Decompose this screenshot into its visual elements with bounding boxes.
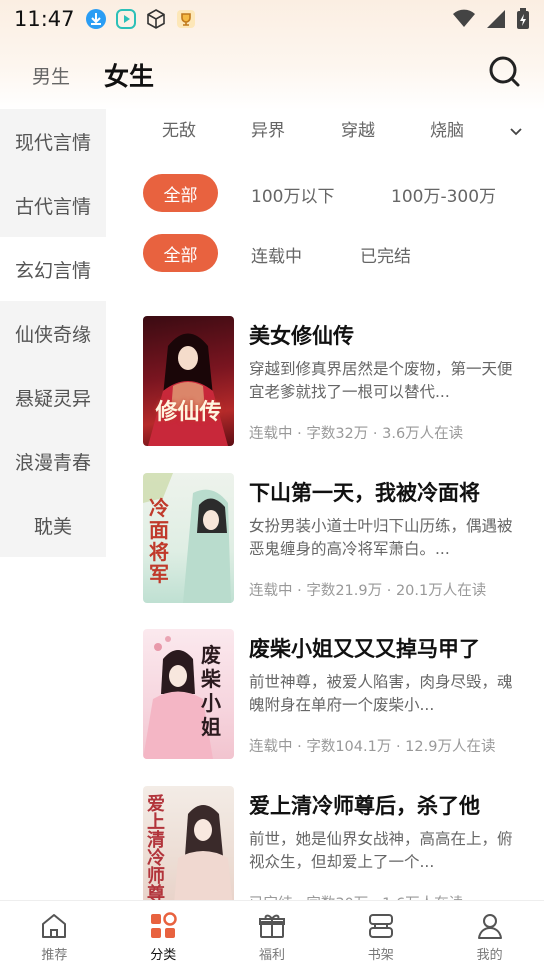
book-description: 前世神尊，被爱人陷害，肉身尽毁，魂魄附身在单府一个废柴小... bbox=[249, 673, 513, 714]
book-cover[interactable]: 爱上清冷师尊后 bbox=[143, 786, 234, 900]
sidebar-item-label: 仙侠奇缘 bbox=[14, 323, 91, 346]
home-icon bbox=[42, 914, 67, 938]
cover-title-text: 冷面将军 bbox=[149, 496, 169, 586]
sidebar-item-label: 悬疑灵异 bbox=[14, 387, 91, 410]
bookshelf-icon bbox=[368, 914, 393, 938]
nav-label: 分类 bbox=[150, 948, 177, 963]
trophy-app-icon bbox=[176, 10, 195, 28]
subcategory-row: 无敌 异界 穿越 烧脑 bbox=[106, 110, 544, 150]
nav-profile[interactable]: 我的 bbox=[435, 901, 544, 967]
nav-label: 推荐 bbox=[41, 948, 68, 963]
book-description: 穿越到修真界居然是个废物，第一天便宜老爹就找了一根可以替代... bbox=[249, 360, 513, 401]
book-description: 前世，她是仙界女战神，高高在上，俯视众生，但却爱上了一个... bbox=[249, 830, 513, 871]
sidebar-item-youth-romance[interactable]: 浪漫青春 bbox=[0, 429, 106, 493]
sidebar-item-label: 浪漫青春 bbox=[14, 451, 91, 474]
word-count-filter: 全部 100万以下 100万-300万 bbox=[143, 174, 523, 212]
book-item[interactable]: 爱上清冷师尊后 爱上清冷师尊后，杀了他 前世，她是仙界女战神，高高在上，俯视众生… bbox=[143, 786, 523, 900]
chevron-down-icon[interactable] bbox=[508, 124, 524, 140]
nav-label: 福利 bbox=[258, 948, 285, 963]
subcategory-item[interactable]: 穿越 bbox=[341, 116, 375, 141]
category-icon bbox=[151, 912, 177, 938]
book-item[interactable]: 修仙传 美女修仙传 穿越到修真界居然是个废物，第一天便宜老爹就找了一根可以替代.… bbox=[143, 316, 523, 448]
nav-label: 我的 bbox=[476, 948, 503, 963]
cover-title-text: 修仙传 bbox=[155, 399, 222, 425]
sidebar-item-label: 古代言情 bbox=[14, 195, 91, 218]
book-title[interactable]: 下山第一天，我被冷面将 bbox=[249, 477, 480, 507]
book-meta: 已完结 · 字数30万 · 1.6万人在读 bbox=[249, 892, 463, 900]
nav-recommend[interactable]: 推荐 bbox=[0, 901, 109, 967]
subcategory-item[interactable]: 烧脑 bbox=[430, 116, 464, 141]
sidebar-item-fantasy-romance[interactable]: 玄幻言情 bbox=[0, 237, 106, 301]
sidebar-item-label: 玄幻言情 bbox=[14, 259, 91, 282]
sidebar-item-ancient-romance[interactable]: 古代言情 bbox=[0, 173, 106, 237]
sidebar-item-label: 耽美 bbox=[33, 515, 72, 538]
wifi-icon bbox=[453, 9, 475, 27]
word-count-all-button[interactable]: 全部 bbox=[143, 174, 218, 212]
word-count-under-1m[interactable]: 100万以下 bbox=[251, 182, 334, 207]
cover-art bbox=[148, 333, 228, 446]
status-filter: 全部 连载中 已完结 bbox=[143, 234, 523, 272]
profile-icon bbox=[477, 914, 502, 939]
book-title[interactable]: 爱上清冷师尊后，杀了他 bbox=[249, 790, 480, 820]
bottom-nav: 推荐 分类 福利 书架 我的 bbox=[0, 900, 544, 967]
cube-icon bbox=[146, 9, 165, 29]
status-right-icons bbox=[452, 8, 530, 30]
book-meta: 连载中 · 字数32万 · 3.6万人在读 bbox=[249, 426, 464, 442]
subcategory-item[interactable]: 异界 bbox=[251, 116, 285, 141]
top-header: 男生 女生 bbox=[0, 50, 544, 100]
play-app-icon bbox=[115, 9, 136, 29]
subcategory-item[interactable]: 无敌 bbox=[162, 116, 196, 141]
book-cover[interactable]: 修仙传 bbox=[143, 316, 234, 446]
book-cover[interactable]: 废柴小姐 bbox=[143, 629, 234, 759]
tab-female[interactable]: 女生 bbox=[104, 57, 154, 93]
book-item[interactable]: 废柴小姐 废柴小姐又又又掉马甲了 前世神尊，被爱人陷害，肉身尽毁，魂魄附身在单府… bbox=[143, 629, 523, 761]
nav-benefits[interactable]: 福利 bbox=[218, 901, 327, 967]
book-title[interactable]: 美女修仙传 bbox=[249, 320, 354, 350]
nav-label: 书架 bbox=[367, 948, 394, 963]
book-item[interactable]: 冷面将军 下山第一天，我被冷面将 女扮男装小道士叶归下山历练，偶遇被恶鬼缠身的高… bbox=[143, 473, 523, 605]
book-meta: 连载中 · 字数21.9万 · 20.1万人在读 bbox=[249, 583, 487, 599]
word-count-1m-3m[interactable]: 100万-300万 bbox=[391, 182, 496, 207]
nav-category[interactable]: 分类 bbox=[109, 901, 218, 967]
signal-icon bbox=[487, 10, 505, 28]
status-bar: 11:47 bbox=[0, 0, 544, 38]
gift-icon bbox=[258, 914, 285, 938]
cover-title-text: 爱上清冷师尊后 bbox=[147, 794, 165, 901]
book-description: 女扮男装小道士叶归下山历练，偶遇被恶鬼缠身的高冷将军萧白。... bbox=[249, 517, 513, 558]
battery-charging-icon bbox=[517, 8, 529, 29]
sidebar-item-label: 现代言情 bbox=[14, 131, 91, 154]
sidebar-item-suspense[interactable]: 悬疑灵异 bbox=[0, 365, 106, 429]
sidebar-item-xianxia-romance[interactable]: 仙侠奇缘 bbox=[0, 301, 106, 365]
cover-title-text: 废柴小姐 bbox=[201, 643, 221, 739]
search-icon[interactable] bbox=[487, 54, 521, 88]
status-serializing[interactable]: 连载中 bbox=[251, 242, 302, 267]
book-meta: 连载中 · 字数104.1万 · 12.9万人在读 bbox=[249, 739, 496, 755]
status-all-button[interactable]: 全部 bbox=[143, 234, 218, 272]
book-title[interactable]: 废柴小姐又又又掉马甲了 bbox=[249, 633, 480, 663]
status-time: 11:47 bbox=[14, 7, 75, 31]
sidebar-item-danmei[interactable]: 耽美 bbox=[0, 493, 106, 557]
book-cover[interactable]: 冷面将军 bbox=[143, 473, 234, 603]
tab-male[interactable]: 男生 bbox=[32, 62, 70, 89]
status-left-icons bbox=[85, 8, 197, 30]
status-completed[interactable]: 已完结 bbox=[360, 242, 411, 267]
download-icon bbox=[85, 9, 106, 29]
nav-bookshelf[interactable]: 书架 bbox=[326, 901, 435, 967]
category-sidebar: 现代言情 古代言情 玄幻言情 仙侠奇缘 悬疑灵异 浪漫青春 耽美 bbox=[0, 109, 106, 557]
sidebar-item-modern-romance[interactable]: 现代言情 bbox=[0, 109, 106, 173]
